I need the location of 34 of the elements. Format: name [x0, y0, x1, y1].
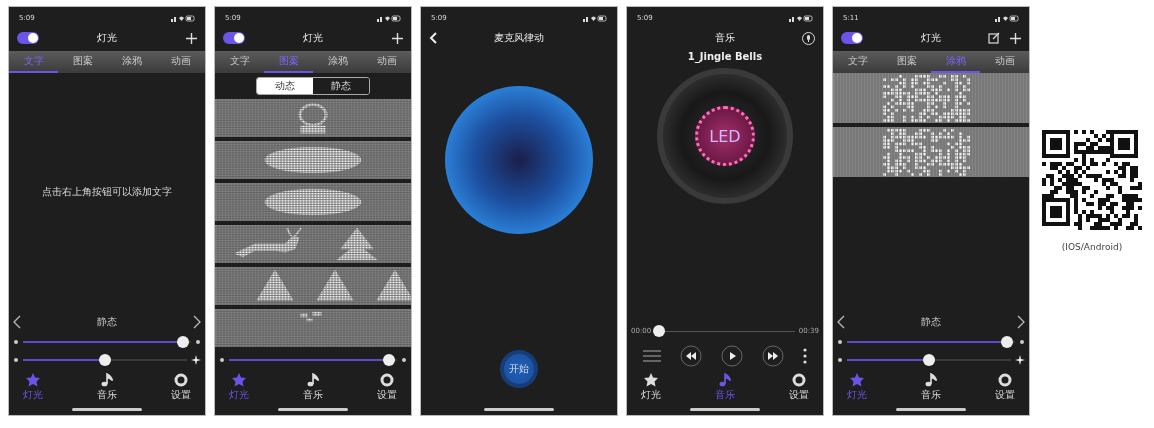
screen-title: 灯光: [96, 31, 118, 45]
tab[interactable]: 动画: [362, 51, 411, 73]
nav-tab[interactable]: 音乐: [97, 373, 117, 402]
nav-tab[interactable]: 音乐: [715, 373, 735, 402]
nav-tab[interactable]: 设置: [171, 373, 191, 402]
nav-tab[interactable]: 音乐: [303, 373, 323, 402]
tab[interactable]: 图案: [882, 51, 931, 73]
tab[interactable]: 涂鸦: [107, 51, 156, 73]
tab[interactable]: 涂鸦: [313, 51, 362, 73]
nav-tab[interactable]: 灯光: [847, 373, 867, 402]
segment-button[interactable]: 动态: [257, 78, 313, 94]
mode-label: 静态: [921, 315, 941, 329]
tab[interactable]: 动画: [980, 51, 1029, 73]
qr-caption: (IOS/Android): [1061, 242, 1123, 252]
nav-tab[interactable]: 灯光: [229, 373, 249, 402]
tab[interactable]: 文字: [215, 51, 264, 73]
mode-label: 静态: [97, 315, 117, 329]
nav-tab[interactable]: 灯光: [641, 373, 661, 402]
disc-label: LED: [709, 126, 741, 146]
song-title: 1_Jingle Bells: [687, 51, 763, 62]
nav-tab[interactable]: 灯光: [23, 373, 43, 402]
screen-title: 灯光: [302, 31, 324, 45]
empty-hint: 点击右上角按钮可以添加文字: [42, 185, 172, 199]
start-button[interactable]: 开始: [500, 350, 538, 388]
tab[interactable]: 动画: [156, 51, 205, 73]
nav-tab[interactable]: 设置: [789, 373, 809, 402]
nav-tab[interactable]: 设置: [377, 373, 397, 402]
tab[interactable]: 文字: [833, 51, 882, 73]
screen-title: 音乐: [714, 31, 736, 45]
nav-tab[interactable]: 设置: [995, 373, 1015, 402]
nav-tab[interactable]: 音乐: [921, 373, 941, 402]
screen-title: 麦克风律动: [493, 31, 545, 45]
tab[interactable]: 图案: [58, 51, 107, 73]
screen-title: 灯光: [920, 31, 942, 45]
